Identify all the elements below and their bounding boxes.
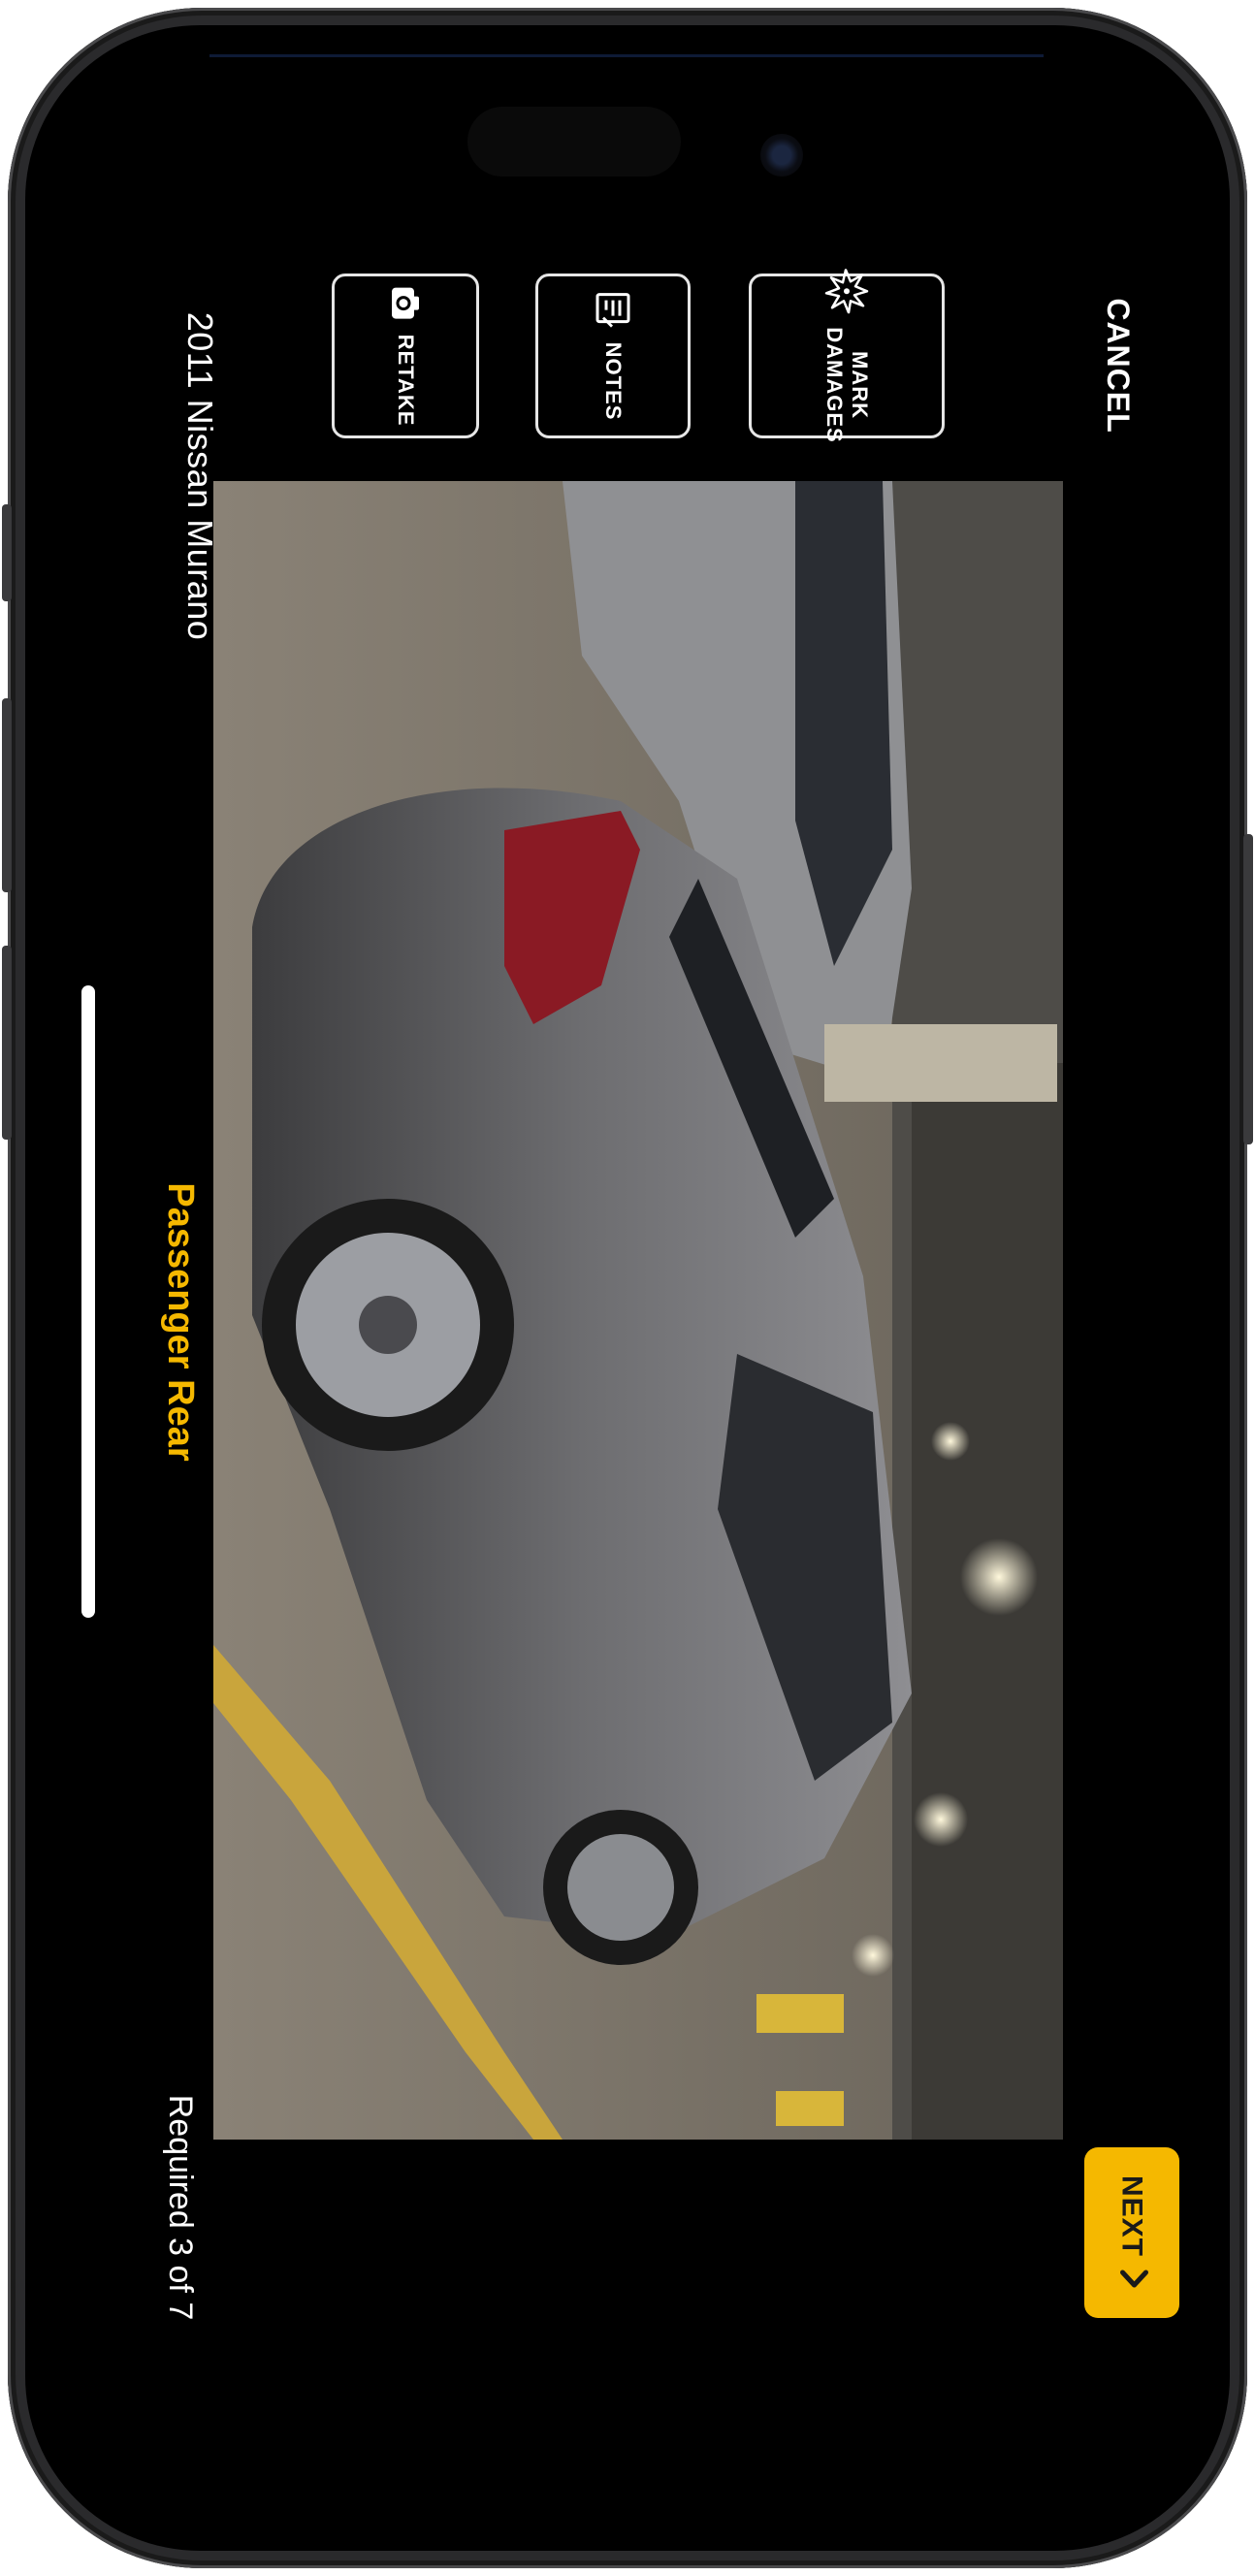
shot-label: Passenger Rear [160,1182,201,1462]
volume-up-button [2,698,12,892]
status-divider [209,54,1044,57]
retake-label: RETAKE [394,334,418,427]
action-button [2,504,12,601]
cancel-button[interactable]: CANCEL [1089,288,1147,443]
damage-burst-icon [824,269,869,314]
captured-photo [213,481,1063,2140]
mark-damages-label: MARK DAMAGES [822,327,872,443]
home-indicator[interactable] [81,985,95,1618]
next-button[interactable]: NEXT [1084,2147,1179,2318]
notes-label: NOTES [601,341,626,421]
chevron-right-icon [1115,2269,1149,2290]
power-button [1243,834,1253,1144]
dynamic-island [467,107,681,177]
next-label: NEXT [1116,2174,1148,2258]
volume-down-button [2,946,12,1140]
notes-icon [595,292,631,329]
front-camera [760,134,803,177]
progress-counter: Required 3 of 7 [162,2094,199,2321]
mark-damages-button[interactable]: MARK DAMAGES [749,269,945,443]
app-screen: 2011 Nissan Murano RETAKE NOTES MARK DAM… [25,25,1230,2551]
camera-icon [390,286,421,321]
notes-button[interactable]: NOTES [535,274,691,438]
retake-button[interactable]: RETAKE [332,274,479,438]
